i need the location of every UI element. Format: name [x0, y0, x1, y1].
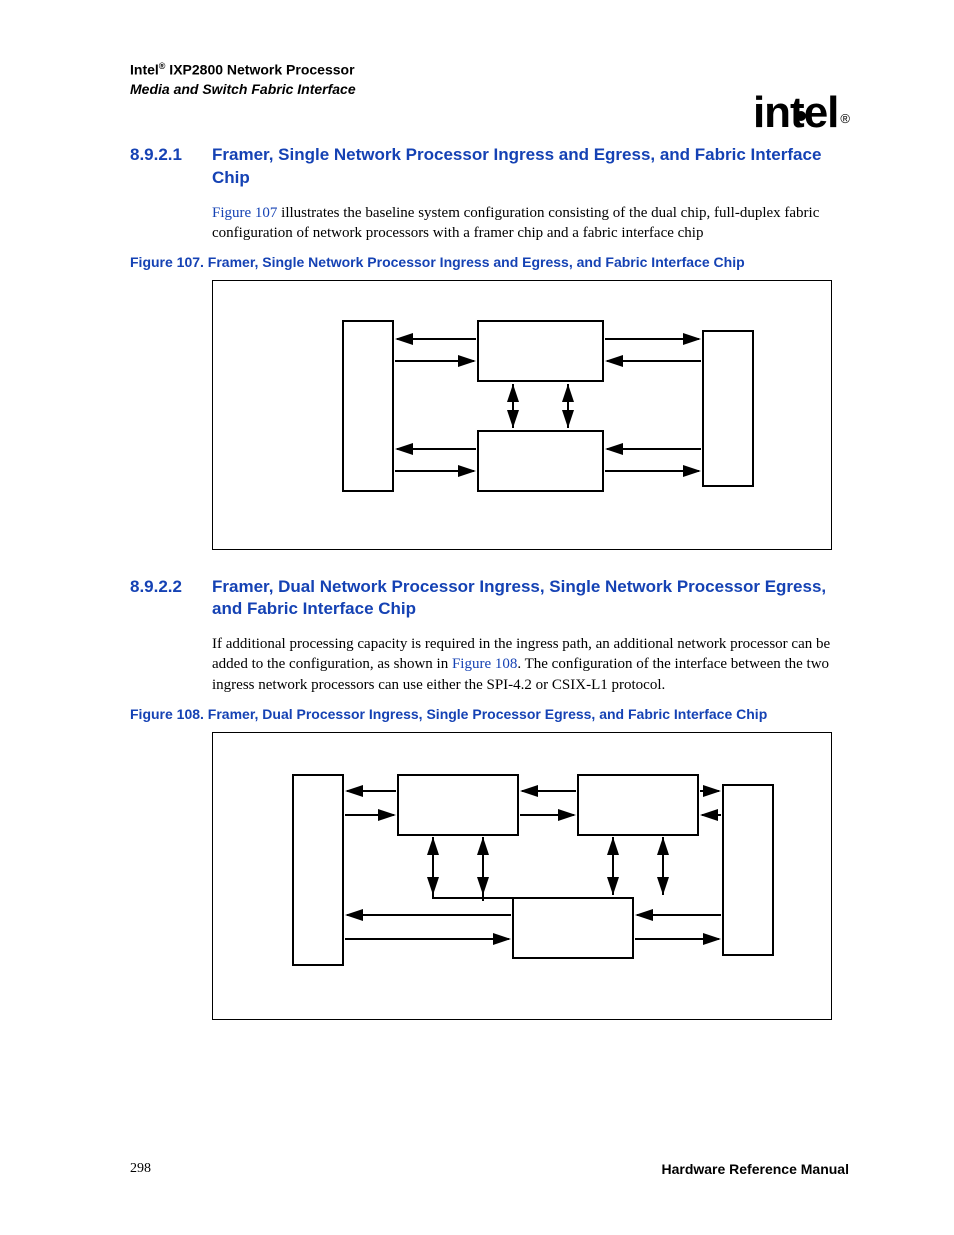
- logo-text-b: el: [804, 88, 839, 137]
- section-title: Framer, Single Network Processor Ingress…: [212, 144, 849, 188]
- section-number: 8.9.2.2: [130, 576, 184, 620]
- section-heading-8921: 8.9.2.1 Framer, Single Network Processor…: [130, 144, 849, 188]
- section-title: Framer, Dual Network Processor Ingress, …: [212, 576, 849, 620]
- intel-logo: intel®: [753, 88, 849, 138]
- figure-108-caption: Figure 108. Framer, Dual Processor Ingre…: [130, 705, 849, 724]
- page-header: Intel® IXP2800 Network Processor Media a…: [130, 60, 849, 98]
- doc-title: Hardware Reference Manual: [661, 1161, 849, 1177]
- figure-108-diagram: [212, 732, 832, 1020]
- section1-para-rest: illustrates the baseline system configur…: [212, 205, 819, 241]
- figure-108-link[interactable]: Figure 108: [452, 656, 517, 672]
- section-number: 8.9.2.1: [130, 144, 184, 188]
- page-number: 298: [130, 1161, 151, 1177]
- header-product: IXP2800 Network Processor: [165, 62, 354, 78]
- header-subtitle: Media and Switch Fabric Interface: [130, 81, 356, 97]
- page-footer: 298 Hardware Reference Manual: [130, 1161, 849, 1177]
- section2-paragraph: If additional processing capacity is req…: [212, 634, 849, 695]
- figure-107-caption: Figure 107. Framer, Single Network Proce…: [130, 253, 849, 272]
- figure-107-diagram: [212, 280, 832, 550]
- header-brand: Intel: [130, 62, 159, 78]
- section1-paragraph: Figure 107 illustrates the baseline syst…: [212, 203, 849, 244]
- figure-107-link[interactable]: Figure 107: [212, 205, 277, 221]
- logo-reg: ®: [840, 111, 849, 126]
- section-heading-8922: 8.9.2.2 Framer, Dual Network Processor I…: [130, 576, 849, 620]
